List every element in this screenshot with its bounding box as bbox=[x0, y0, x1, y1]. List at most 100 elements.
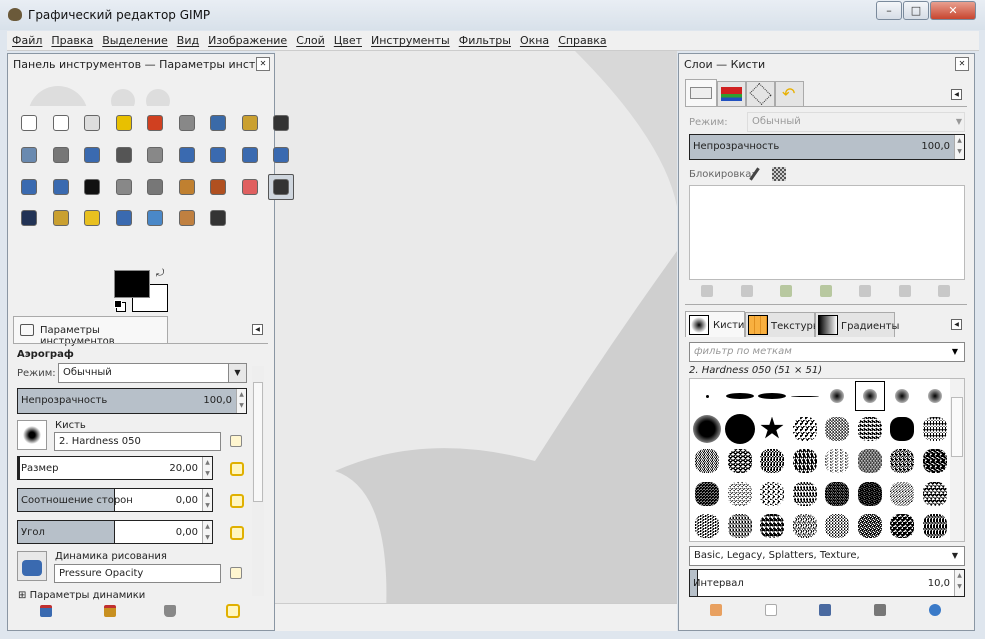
brush-item[interactable] bbox=[757, 479, 787, 509]
tool-foreground-select[interactable] bbox=[205, 110, 231, 136]
brush-item[interactable] bbox=[790, 381, 820, 411]
layer-opacity-slider[interactable]: Непрозрачность 100,0 ▲ ▼ bbox=[689, 134, 965, 160]
tool-smudge[interactable] bbox=[174, 205, 200, 231]
image-canvas[interactable] bbox=[275, 51, 677, 631]
tab-channels[interactable] bbox=[717, 81, 746, 107]
edit-brush-icon[interactable] bbox=[710, 604, 722, 616]
tab-undo-history[interactable]: ↶ bbox=[775, 81, 804, 107]
brush-preview-button[interactable] bbox=[17, 420, 47, 450]
brush-item[interactable] bbox=[822, 479, 852, 509]
aspect-ratio-slider[interactable]: Соотношение сторон 0,00 ▲ ▼ bbox=[17, 488, 213, 512]
tab-brushes[interactable]: Кисти bbox=[685, 311, 745, 337]
tool-shear[interactable] bbox=[237, 142, 263, 168]
brush-grid[interactable] bbox=[689, 378, 965, 542]
size-slider[interactable]: Размер 20,00 ▲ ▼ bbox=[17, 456, 213, 480]
tool-free-select[interactable] bbox=[79, 110, 105, 136]
brush-item[interactable] bbox=[920, 479, 950, 509]
menu-10[interactable]: Справка bbox=[553, 31, 610, 47]
brush-item[interactable] bbox=[790, 446, 820, 476]
angle-slider[interactable]: Угол 0,00 ▲ ▼ bbox=[17, 520, 213, 544]
brush-item[interactable] bbox=[887, 414, 917, 444]
delete-brush-icon[interactable] bbox=[874, 604, 886, 616]
tool-heal[interactable] bbox=[79, 205, 105, 231]
new-layer-icon[interactable] bbox=[701, 285, 713, 297]
tool-paintbrush[interactable] bbox=[205, 174, 231, 200]
tool-measure[interactable] bbox=[48, 142, 74, 168]
tool-scissors[interactable] bbox=[174, 110, 200, 136]
brush-item[interactable] bbox=[725, 511, 755, 541]
tab-layers[interactable] bbox=[685, 79, 717, 107]
brush-item[interactable] bbox=[692, 446, 722, 476]
tab-patterns[interactable]: Текстуры bbox=[745, 312, 821, 337]
tool-perspective[interactable] bbox=[268, 142, 294, 168]
lower-layer-icon[interactable] bbox=[819, 285, 832, 297]
brush-item[interactable] bbox=[822, 414, 852, 444]
refresh-brushes-icon[interactable] bbox=[929, 604, 941, 616]
brush-item[interactable] bbox=[822, 511, 852, 541]
toolbox-close-icon[interactable]: ✕ bbox=[256, 57, 270, 71]
tool-rect-select[interactable] bbox=[16, 110, 42, 136]
tool-move[interactable] bbox=[79, 142, 105, 168]
tool-rotate[interactable] bbox=[174, 142, 200, 168]
brush-item[interactable] bbox=[855, 479, 885, 509]
save-options-icon[interactable] bbox=[40, 605, 52, 617]
tab-tool-options[interactable]: Параметры инструментов bbox=[13, 316, 168, 347]
dynamics-options-expander[interactable]: ⊞ Параметры динамики bbox=[18, 590, 145, 600]
brush-item[interactable] bbox=[887, 381, 917, 411]
tool-pencil[interactable] bbox=[174, 174, 200, 200]
tool-bucket-fill[interactable] bbox=[111, 174, 137, 200]
menu-7[interactable]: Инструменты bbox=[366, 31, 454, 47]
restore-options-icon[interactable] bbox=[104, 605, 116, 617]
brush-item[interactable] bbox=[692, 381, 722, 411]
brush-item[interactable] bbox=[855, 511, 885, 541]
default-colors-icon[interactable] bbox=[114, 300, 122, 308]
brush-item[interactable] bbox=[920, 511, 950, 541]
menu-8[interactable]: Фильтры bbox=[454, 31, 515, 47]
brush-item[interactable] bbox=[692, 414, 722, 444]
options-scrollbar[interactable] bbox=[252, 366, 264, 596]
tool-align[interactable] bbox=[111, 142, 137, 168]
tool-fuzzy-select[interactable] bbox=[111, 110, 137, 136]
tool-select-by-color[interactable] bbox=[142, 110, 168, 136]
tool-zoom[interactable] bbox=[16, 142, 42, 168]
brush-item[interactable] bbox=[757, 414, 787, 444]
swap-colors-icon[interactable]: ⤾ bbox=[156, 268, 164, 279]
brush-item[interactable] bbox=[855, 446, 885, 476]
tool-clone[interactable] bbox=[48, 205, 74, 231]
tool-ellipse-select[interactable] bbox=[48, 110, 74, 136]
brush-item[interactable] bbox=[757, 381, 787, 411]
edit-dynamics-icon[interactable] bbox=[230, 567, 242, 579]
menu-9[interactable]: Окна bbox=[515, 31, 553, 47]
duplicate-layer-icon[interactable] bbox=[859, 285, 871, 297]
brush-item[interactable] bbox=[725, 381, 755, 411]
reset-size-icon[interactable] bbox=[230, 462, 244, 476]
brush-item[interactable] bbox=[920, 446, 950, 476]
panel-menu-icon[interactable]: ◀ bbox=[951, 89, 962, 100]
delete-layer-icon[interactable] bbox=[938, 285, 950, 297]
brush-item[interactable] bbox=[854, 381, 885, 411]
reset-aspect-icon[interactable] bbox=[230, 494, 244, 508]
tool-eraser[interactable] bbox=[237, 174, 263, 200]
foreground-color-swatch[interactable] bbox=[114, 270, 150, 298]
brush-item[interactable] bbox=[790, 479, 820, 509]
brush-item[interactable] bbox=[920, 381, 950, 411]
menu-3[interactable]: Вид bbox=[172, 31, 203, 47]
panel-menu-icon[interactable]: ◀ bbox=[252, 324, 263, 335]
menu-6[interactable]: Цвет bbox=[329, 31, 366, 47]
tag-filter-input[interactable]: фильтр по меткам ▼ bbox=[689, 342, 965, 362]
dynamics-button[interactable] bbox=[17, 551, 47, 581]
brush-item[interactable] bbox=[822, 446, 852, 476]
raise-layer-icon[interactable] bbox=[780, 285, 792, 297]
tool-ink[interactable] bbox=[16, 205, 42, 231]
new-layer-group-icon[interactable] bbox=[740, 285, 753, 297]
new-brush-icon[interactable] bbox=[765, 604, 777, 616]
tool-color-picker[interactable] bbox=[268, 110, 294, 136]
layer-mode-select[interactable]: Обычный ▼ bbox=[747, 112, 965, 132]
tool-cage-transform[interactable] bbox=[48, 174, 74, 200]
brush-item[interactable] bbox=[692, 511, 722, 541]
duplicate-brush-icon[interactable] bbox=[819, 604, 831, 616]
tool-scale[interactable] bbox=[205, 142, 231, 168]
brush-item[interactable] bbox=[757, 446, 787, 476]
tool-text[interactable] bbox=[79, 174, 105, 200]
brush-name-field[interactable]: 2. Hardness 050 bbox=[54, 432, 221, 451]
